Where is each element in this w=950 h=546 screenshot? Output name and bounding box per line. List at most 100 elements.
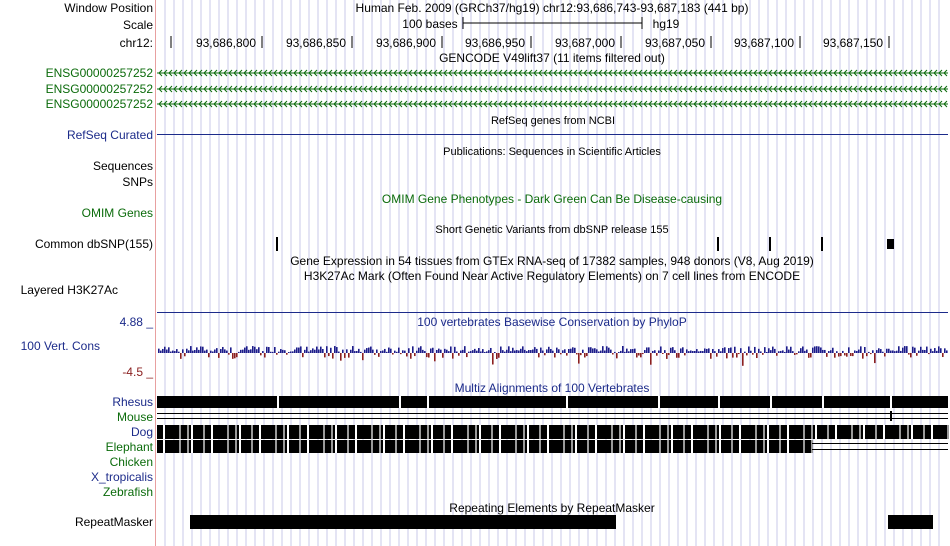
dog-alignment-stripe xyxy=(691,425,693,439)
phylop-bar xyxy=(404,350,406,353)
dog-alignment-stripe xyxy=(527,425,529,439)
phylop-bar xyxy=(648,347,650,353)
layered-h3k27ac-track-label[interactable]: Layered H3K27Ac xyxy=(21,283,118,297)
species-label-x-tropicalis[interactable]: X_tropicalis xyxy=(91,470,153,484)
phylop-bar xyxy=(166,349,168,353)
phylop-bar xyxy=(684,353,686,356)
phylop-bar xyxy=(938,346,940,353)
phylop-bar xyxy=(468,351,470,353)
elephant-alignment-stripe xyxy=(563,440,565,453)
phylop-bar xyxy=(342,349,344,353)
elephant-alignment-stripe xyxy=(259,440,261,453)
elephant-alignment-stripe xyxy=(683,440,685,453)
gencode-gene-label-1[interactable]: ENSG00000257252 xyxy=(46,66,153,80)
phylop-bar xyxy=(186,348,188,353)
omim-track-label[interactable]: OMIM Genes xyxy=(82,206,153,220)
phylop-bar xyxy=(160,350,162,353)
phylop-bar xyxy=(564,349,566,353)
phylop-bar xyxy=(270,351,272,353)
phylop-bar xyxy=(760,351,762,353)
species-label-elephant[interactable]: Elephant xyxy=(106,440,153,454)
phylop-bar xyxy=(832,347,834,353)
phylop-bar xyxy=(618,351,620,353)
species-label-rhesus[interactable]: Rhesus xyxy=(112,395,153,409)
phylop-bar xyxy=(288,351,290,353)
elephant-alignment-stripe xyxy=(431,440,433,453)
phylop-bar xyxy=(226,350,228,353)
phylop-bar xyxy=(232,353,234,359)
phylop-bar xyxy=(552,350,554,353)
phylop-bar xyxy=(942,353,944,358)
conservation-track-label[interactable]: 100 Vert. Cons xyxy=(21,339,100,353)
phylop-bar xyxy=(620,350,622,353)
mouse-alignment-mark xyxy=(890,411,892,421)
phylop-bar xyxy=(762,353,764,355)
repeatmasker-track-label[interactable]: RepeatMasker xyxy=(75,515,153,529)
dog-alignment-stripe xyxy=(431,425,433,439)
phylop-bar xyxy=(272,351,274,353)
dog-alignment-stripe xyxy=(811,425,813,439)
dog-alignment-stripe xyxy=(499,425,501,439)
dog-alignment-stripe xyxy=(899,425,901,439)
species-label-chicken[interactable]: Chicken xyxy=(110,455,153,469)
refseq-track-label[interactable]: RefSeq Curated xyxy=(67,128,153,142)
phylop-bar xyxy=(538,353,540,358)
gencode-gene-label-2[interactable]: ENSG00000257252 xyxy=(46,82,153,96)
phylop-bar xyxy=(248,349,250,353)
dog-alignment-stripe xyxy=(947,425,949,439)
phylop-bar xyxy=(230,347,232,353)
species-label-mouse[interactable]: Mouse xyxy=(117,410,153,424)
phylop-bar xyxy=(916,353,918,356)
phylop-bar xyxy=(200,346,202,353)
phylop-bar xyxy=(658,350,660,353)
elephant-alignment xyxy=(157,440,812,453)
phylop-bar xyxy=(830,350,832,353)
phylop-bar xyxy=(352,346,354,353)
publications-track-title: Publications: Sequences in Scientific Ar… xyxy=(443,146,661,158)
phylop-bar xyxy=(922,349,924,353)
phylop-bar xyxy=(194,350,196,353)
dog-alignment-stripe xyxy=(523,425,525,439)
phylop-bar xyxy=(364,349,366,353)
dog-alignment-stripe xyxy=(443,425,445,439)
phylop-bar xyxy=(294,349,296,353)
species-label-dog[interactable]: Dog xyxy=(131,425,153,439)
phylop-bar xyxy=(650,353,652,365)
phylop-bar xyxy=(780,350,782,353)
phylop-bar xyxy=(296,347,298,353)
scale-label: Scale xyxy=(122,18,153,32)
phylop-bar xyxy=(856,350,858,353)
gencode-gene-label-3[interactable]: ENSG00000257252 xyxy=(46,97,153,111)
phylop-bar xyxy=(632,349,634,353)
phylop-bar xyxy=(576,353,578,355)
dog-alignment-stripe xyxy=(719,425,721,439)
phylop-bar xyxy=(262,351,264,353)
phylop-bar xyxy=(458,353,460,356)
sequences-track-label[interactable]: Sequences xyxy=(93,159,153,173)
species-label-zebrafish[interactable]: Zebrafish xyxy=(103,485,153,499)
phylop-bar xyxy=(412,346,414,353)
phylop-bar xyxy=(644,350,646,353)
phylop-bar xyxy=(582,349,584,353)
phylop-bar xyxy=(790,346,792,353)
phylop-bar xyxy=(858,349,860,353)
elephant-alignment-stripe xyxy=(451,440,453,453)
phylop-bar xyxy=(286,353,288,355)
phylop-bar xyxy=(870,353,872,355)
elephant-alignment-stripe xyxy=(347,440,349,453)
conservation-min-label: -4.5 _ xyxy=(122,365,153,379)
phylop-bar xyxy=(376,349,378,353)
elephant-alignment-stripe xyxy=(739,440,741,453)
phylop-bar xyxy=(906,346,908,353)
phylop-bar xyxy=(640,353,642,358)
phylop-bar xyxy=(214,349,216,353)
phylop-bar xyxy=(772,346,774,353)
phylop-bar xyxy=(172,350,174,353)
phylop-bar xyxy=(300,346,302,353)
elephant-alignment-stripe xyxy=(731,440,733,453)
common-dbsnp-track-label[interactable]: Common dbSNP(155) xyxy=(35,237,153,251)
phylop-bar xyxy=(498,353,500,358)
snps-track-label[interactable]: SNPs xyxy=(122,175,153,189)
elephant-alignment-stripe xyxy=(163,440,165,453)
phylop-bar xyxy=(782,350,784,353)
